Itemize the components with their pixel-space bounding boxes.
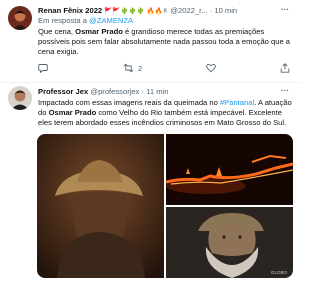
text-segment: Impactado com essas imagens reais da que…	[38, 98, 220, 107]
more-options-icon[interactable]: ···	[281, 5, 289, 14]
heart-icon	[206, 64, 216, 73]
reply-prefix: Em resposta a	[38, 16, 87, 25]
text-segment: Que cena,	[38, 27, 76, 36]
divider	[0, 82, 300, 83]
timestamp[interactable]: · 10 min	[210, 6, 237, 15]
reply-button[interactable]	[38, 63, 52, 73]
reply-context: Em resposta a @ZAMENZA	[38, 16, 293, 26]
share-icon	[280, 63, 290, 73]
display-name[interactable]: Renan Fênix 2022	[38, 6, 102, 15]
reply-to-link[interactable]: @ZAMENZA	[89, 16, 133, 25]
hashtag-link[interactable]: #Pantanal	[220, 98, 254, 107]
tweet-renan[interactable]: Renan Fênix 2022 🚩🚩🌵🌵🌵 🔥🔥✌ @2022_r... · …	[0, 0, 300, 83]
media-image-old-man[interactable]: GLOBO	[166, 207, 293, 278]
text-bold: Osmar Prado	[75, 27, 123, 36]
handle[interactable]: @professorjex	[90, 87, 139, 96]
tweet-text: Impactado com essas imagens reais da que…	[38, 98, 293, 127]
tweet-header: Professor Jex @professorjex · 11 min	[38, 87, 168, 97]
media-watermark: GLOBO	[271, 270, 288, 275]
share-button[interactable]	[280, 63, 290, 73]
name-emojis: 🚩🚩🌵🌵🌵 🔥🔥✌	[104, 8, 169, 15]
tweet-professor-jex[interactable]: Professor Jex @professorjex · 11 min ···…	[0, 84, 300, 283]
tweet-actions: 2	[38, 63, 290, 75]
display-name[interactable]: Professor Jex	[38, 87, 88, 96]
retweet-count: 2	[138, 63, 143, 73]
avatar[interactable]	[8, 6, 32, 30]
text-bold: Osmar Prado	[48, 107, 97, 117]
media-grid[interactable]: GLOBO	[37, 134, 293, 278]
media-image-fire[interactable]	[166, 134, 293, 205]
avatar[interactable]	[8, 86, 32, 110]
media-image-hat-man[interactable]	[37, 134, 164, 278]
handle[interactable]: @2022_r...	[170, 6, 207, 15]
reply-icon	[38, 64, 48, 73]
retweet-icon	[123, 63, 134, 73]
like-button[interactable]	[206, 63, 220, 73]
more-options-icon[interactable]: ···	[281, 86, 289, 95]
timestamp[interactable]: · 11 min	[142, 87, 169, 96]
tweet-text: Que cena, Osmar Prado é grandioso merece…	[38, 27, 293, 56]
retweet-button[interactable]: 2	[123, 63, 142, 73]
